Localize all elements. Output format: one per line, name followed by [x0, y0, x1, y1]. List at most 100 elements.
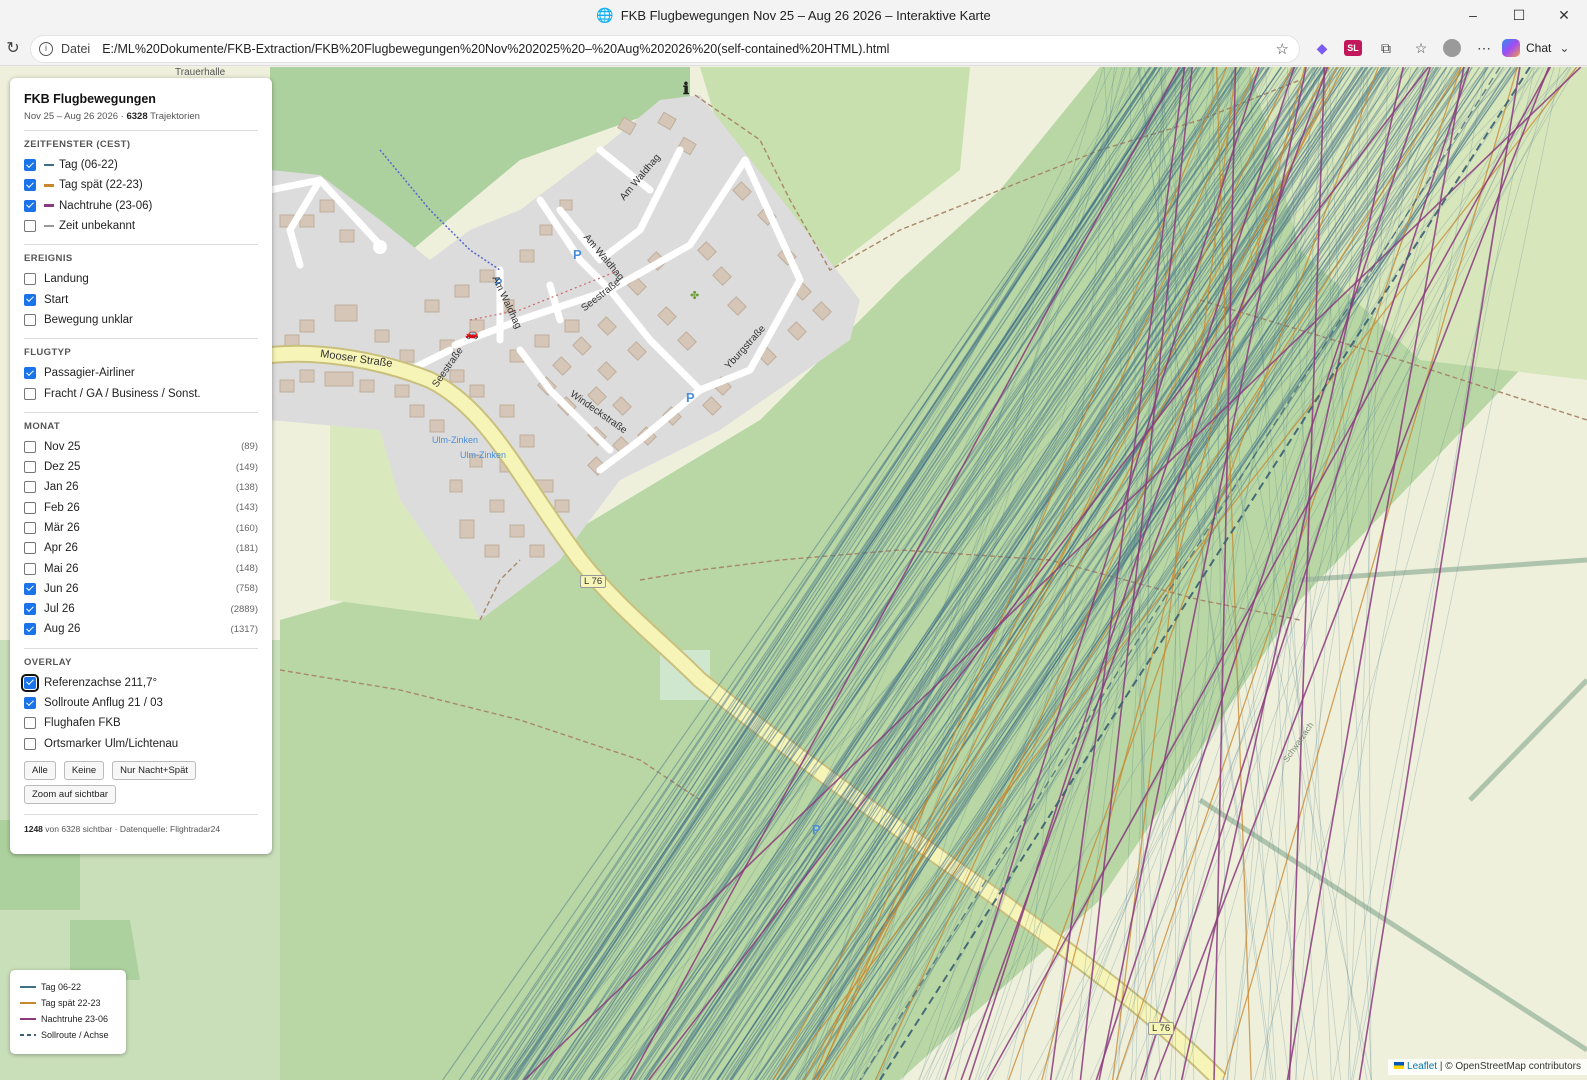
filter-row-ereignis[interactable]: Bewegung unklar [24, 310, 258, 330]
favorites-icon[interactable]: ☆ [1411, 38, 1431, 58]
checkbox[interactable] [24, 623, 36, 636]
filter-label[interactable]: Mai 26 [44, 563, 79, 575]
star-icon[interactable]: ☆ [1276, 40, 1289, 58]
sl-extension-icon[interactable]: SL [1344, 40, 1362, 56]
zoom-visible-button[interactable]: Zoom auf sichtbar [24, 784, 117, 804]
url-text[interactable]: E:/ML%20Dokumente/FKB-Extraction/FKB%20F… [102, 42, 889, 56]
flag-icon [1394, 1062, 1405, 1069]
checkbox[interactable] [24, 367, 36, 380]
filter-row-overlay[interactable]: Ortsmarker Ulm/Lichtenau [24, 734, 258, 754]
filter-row-monat[interactable]: Jul 26 (2889) [24, 599, 258, 619]
checkbox[interactable] [24, 159, 36, 172]
filter-row-monat[interactable]: Feb 26 (143) [24, 498, 258, 518]
panel-footer: 1248 von 6328 sichtbar · Datenquelle: Fl… [24, 813, 258, 834]
checkbox[interactable] [24, 387, 36, 400]
filter-row-flugtyp[interactable]: Fracht / GA / Business / Sonst. [24, 383, 258, 403]
maximize-button[interactable]: ☐ [1496, 0, 1542, 30]
filter-label[interactable]: Landung [44, 273, 89, 285]
filter-label[interactable]: Jul 26 [44, 603, 75, 615]
filter-label[interactable]: Apr 26 [44, 542, 78, 554]
section-heading-monat: MONAT [24, 420, 61, 432]
checkbox[interactable] [24, 440, 36, 453]
filter-label[interactable]: Nov 25 [44, 441, 80, 453]
checkbox[interactable] [24, 461, 36, 474]
select-all-button[interactable]: Alle [24, 760, 56, 780]
leaflet-link[interactable]: Leaflet [1407, 1061, 1437, 1072]
checkbox[interactable] [21, 673, 39, 692]
filter-row-overlay[interactable]: Sollroute Anflug 21 / 03 [24, 693, 258, 713]
filter-label[interactable]: Ortsmarker Ulm/Lichtenau [44, 738, 178, 750]
filter-row-monat[interactable]: Jan 26 (138) [24, 477, 258, 497]
checkbox[interactable] [24, 273, 36, 286]
filter-row-monat[interactable]: Jun 26 (758) [24, 579, 258, 599]
filter-label[interactable]: Fracht / GA / Business / Sonst. [44, 388, 201, 400]
filter-row-zeitfenster[interactable]: Zeit unbekannt [24, 216, 258, 236]
night-only-button[interactable]: Nur Nacht+Spät [112, 760, 197, 780]
checkbox[interactable] [24, 293, 36, 306]
filter-row-zeitfenster[interactable]: Tag (06-22) [24, 155, 258, 175]
minimize-button[interactable]: – [1450, 0, 1496, 30]
filter-label[interactable]: Nachtruhe (23-06) [59, 200, 152, 212]
checkbox[interactable] [24, 697, 36, 710]
filter-row-monat[interactable]: Mai 26 (148) [24, 558, 258, 578]
filter-label[interactable]: Mär 26 [44, 522, 80, 534]
checkbox[interactable] [24, 542, 36, 555]
filter-row-ereignis[interactable]: Start [24, 289, 258, 309]
more-icon[interactable]: ⋯ [1474, 38, 1494, 58]
checkbox[interactable] [24, 717, 36, 730]
close-window-button[interactable]: ✕ [1541, 0, 1587, 30]
l76-label-south: L 76 [1148, 1022, 1175, 1035]
checkbox[interactable] [24, 199, 36, 212]
map-attribution: Leaflet | © OpenStreetMap contributors [1388, 1059, 1587, 1075]
filter-row-monat[interactable]: Nov 25 (89) [24, 437, 258, 457]
filter-label[interactable]: Zeit unbekannt [59, 220, 135, 232]
filter-row-zeitfenster[interactable]: Nachtruhe (23-06) [24, 196, 258, 216]
checkbox[interactable] [24, 501, 36, 514]
parking-icon: P [686, 390, 695, 405]
filter-row-zeitfenster[interactable]: Tag spät (22-23) [24, 175, 258, 195]
filter-label[interactable]: Dez 25 [44, 461, 80, 473]
filter-label[interactable]: Jun 26 [44, 583, 79, 595]
select-none-button[interactable]: Keine [63, 760, 105, 780]
filter-row-overlay[interactable]: Flughafen FKB [24, 713, 258, 733]
filter-row-ereignis[interactable]: Landung [24, 269, 258, 289]
legend-label: Nachtruhe 23-06 [41, 1014, 109, 1024]
filter-row-monat[interactable]: Aug 26 (1317) [24, 619, 258, 639]
filter-label[interactable]: Flughafen FKB [44, 717, 121, 729]
checkbox[interactable] [24, 179, 36, 192]
puzzle-icon[interactable]: ⧉ [1376, 38, 1396, 58]
filter-row-monat[interactable]: Apr 26 (181) [24, 538, 258, 558]
filter-label[interactable]: Start [44, 294, 68, 306]
filter-label[interactable]: Aug 26 [44, 623, 80, 635]
reload-icon[interactable]: ↻ [0, 38, 26, 58]
filter-label[interactable]: Passagier-Airliner [44, 367, 135, 379]
checkbox[interactable] [24, 313, 36, 326]
filter-label[interactable]: Tag spät (22-23) [59, 179, 143, 191]
filter-label[interactable]: Feb 26 [44, 502, 80, 514]
checkbox[interactable] [24, 481, 36, 494]
checkbox[interactable] [24, 582, 36, 595]
filter-label[interactable]: Referenzachse 211,7° [44, 677, 157, 689]
profile-icon[interactable] [1443, 39, 1461, 57]
copilot-button[interactable]: Chat ⌄ [1502, 36, 1569, 60]
legend-label: Tag 06-22 [41, 982, 82, 992]
filter-label[interactable]: Tag (06-22) [59, 159, 118, 171]
section-heading-ereignis: EREIGNIS [24, 253, 73, 265]
extension-gem-icon[interactable]: ◆ [1312, 38, 1332, 58]
address-bar[interactable]: i Datei E:/ML%20Dokumente/FKB-Extraction… [30, 35, 1300, 63]
checkbox[interactable] [24, 522, 36, 534]
site-info-icon[interactable]: i [39, 42, 53, 56]
filter-row-monat[interactable]: Mär 26 (160) [24, 518, 258, 538]
filter-row-overlay[interactable]: Referenzachse 211,7° [21, 673, 258, 693]
filter-label[interactable]: Bewegung unklar [44, 314, 133, 326]
checkbox[interactable] [24, 220, 36, 233]
checkbox[interactable] [24, 737, 36, 750]
filter-label[interactable]: Sollroute Anflug 21 / 03 [44, 697, 163, 709]
checkbox[interactable] [24, 603, 36, 616]
filter-row-flugtyp[interactable]: Passagier-Airliner [24, 363, 258, 383]
bus-stop-label: Ulm-Zinken [460, 450, 507, 460]
checkbox[interactable] [24, 562, 36, 575]
filter-label[interactable]: Jan 26 [44, 481, 79, 493]
filter-row-monat[interactable]: Dez 25 (149) [24, 457, 258, 477]
bus-stop-label: Ulm-Zinken [432, 435, 479, 445]
